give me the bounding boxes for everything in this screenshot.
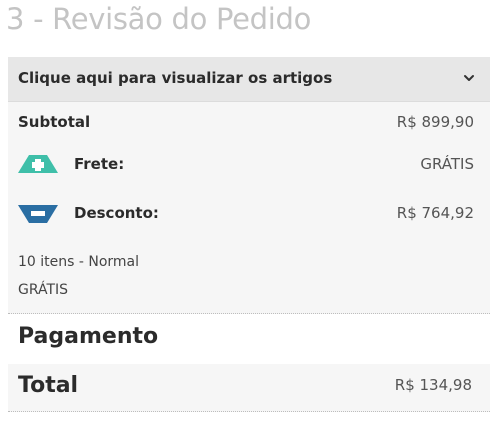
- chevron-down-icon: [464, 75, 474, 81]
- items-info: 10 itens - Normal: [18, 254, 140, 270]
- discount-label: Desconto:: [74, 204, 159, 222]
- payment-heading: Pagamento: [18, 324, 159, 349]
- shipping-value: GRÁTIS: [420, 155, 474, 173]
- subtotal-label: Subtotal: [18, 113, 91, 131]
- total-value: R$ 134,98: [394, 376, 472, 394]
- plus-arrow-up-icon: [18, 155, 58, 173]
- view-items-toggle[interactable]: Clique aqui para visualizar os artigos: [8, 57, 490, 102]
- items-shipping: GRÁTIS: [18, 282, 69, 298]
- total-row: Total R$ 134,98: [8, 364, 490, 412]
- order-summary-card: Clique aqui para visualizar os artigos S…: [8, 57, 490, 314]
- subtotal-value: R$ 899,90: [396, 113, 474, 131]
- minus-arrow-down-icon: [18, 205, 58, 223]
- view-items-label: Clique aqui para visualizar os artigos: [18, 69, 333, 87]
- discount-value: R$ 764,92: [396, 204, 474, 222]
- total-label: Total: [18, 373, 79, 398]
- shipping-label: Frete:: [74, 155, 125, 173]
- order-review-page: 3 - Revisão do Pedido Clique aqui para v…: [0, 0, 500, 431]
- section-title: 3 - Revisão do Pedido: [6, 2, 312, 36]
